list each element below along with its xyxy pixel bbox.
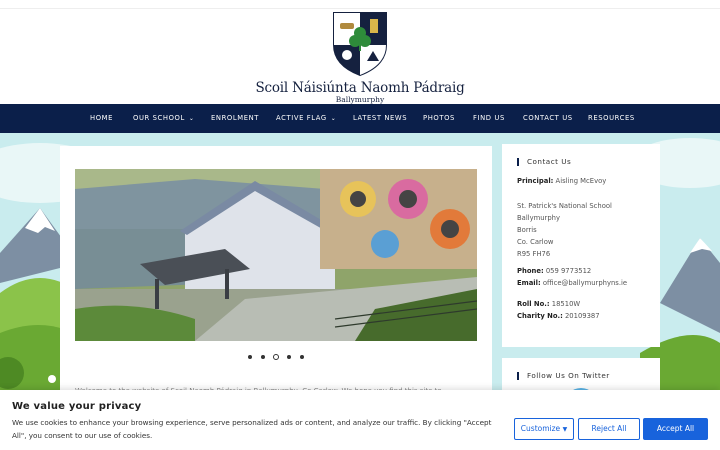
nav-resources[interactable]: RESOURCES [588, 104, 635, 133]
email-label: Email: [517, 279, 541, 287]
charity-value: 20109387 [564, 312, 600, 320]
address-line-5: R95 FH76 [517, 250, 551, 258]
accept-all-button[interactable]: Accept All [643, 418, 708, 440]
principal-line: Principal: Aisling McEvoy [517, 175, 606, 187]
cookie-consent-banner: We value your privacy We use cookies to … [0, 390, 720, 450]
nav-our-school-label: OUR SCHOOL [133, 114, 185, 122]
customize-button[interactable]: Customize ▼ [514, 418, 574, 440]
nav-home-label: HOME [90, 114, 114, 122]
slider-dot-5[interactable] [300, 355, 304, 359]
twitter-widget-title: Follow Us On Twitter [517, 372, 610, 380]
principal-value: Aisling McEvoy [555, 177, 607, 185]
slider-dot-3[interactable] [273, 354, 279, 360]
address-line-2: Ballymurphy [517, 214, 560, 222]
school-crest-logo[interactable] [330, 9, 390, 77]
charity-label: Charity No.: [517, 312, 563, 320]
address-line-4: Co. Carlow [517, 238, 554, 246]
photo-slider[interactable] [75, 169, 477, 341]
contact-widget-title: Contact Us [517, 158, 571, 166]
nav-active-flag-label: ACTIVE FLAG [276, 114, 327, 122]
nav-contact-us[interactable]: CONTACT US [523, 104, 573, 133]
roll-value: 18510W [551, 300, 581, 308]
nav-home[interactable]: HOME [90, 104, 113, 133]
contact-widget: Contact Us Principal: Aisling McEvoy St.… [502, 144, 660, 347]
nav-latest-news[interactable]: LATEST NEWS [353, 104, 407, 133]
slider-dot-4[interactable] [287, 355, 291, 359]
phone-line: Phone: 059 9773512 [517, 265, 591, 277]
cookie-title: We value your privacy [12, 401, 142, 412]
email-link[interactable]: office@ballymurphyns.ie [543, 279, 627, 287]
nav-resources-label: RESOURCES [588, 114, 635, 122]
charity-number-line: Charity No.: 20109387 [517, 310, 600, 322]
reject-all-button[interactable]: Reject All [578, 418, 640, 440]
nav-photos-label: PHOTOS [423, 114, 455, 122]
email-line: Email: office@ballymurphyns.ie [517, 277, 627, 289]
nav-our-school[interactable]: OUR SCHOOL ⌄ [133, 104, 195, 133]
address-line-1: St. Patrick's National School [517, 202, 612, 210]
nav-photos[interactable]: PHOTOS [423, 104, 455, 133]
principal-label: Principal: [517, 177, 554, 185]
address-line-3: Borris [517, 226, 537, 234]
roll-label: Roll No.: [517, 300, 550, 308]
caret-down-icon: ▼ [562, 426, 568, 433]
nav-find-us[interactable]: FIND US [473, 104, 505, 133]
slider-dot-2[interactable] [261, 355, 265, 359]
nav-active-flag[interactable]: ACTIVE FLAG ⌄ [276, 104, 336, 133]
top-strip [0, 0, 720, 9]
nav-enrolment[interactable]: ENROLMENT [211, 104, 259, 133]
site-header: Scoil Náisiúnta Naomh Pádraig Ballymurph… [0, 9, 720, 104]
customize-label: Customize [520, 424, 561, 433]
chevron-down-icon: ⌄ [330, 115, 337, 122]
nav-latest-news-label: LATEST NEWS [353, 114, 408, 122]
main-navigation: HOME OUR SCHOOL ⌄ ENROLMENT ACTIVE FLAG ⌄ … [0, 104, 720, 133]
school-subtitle: Ballymurphy [335, 95, 385, 104]
school-name: Scoil Náisiúnta Naomh Pádraig [255, 80, 465, 96]
nav-contact-us-label: CONTACT US [523, 114, 573, 122]
phone-label: Phone: [517, 267, 544, 275]
roll-number-line: Roll No.: 18510W [517, 298, 580, 310]
phone-value[interactable]: 059 9773512 [546, 267, 591, 275]
nav-find-us-label: FIND US [473, 114, 505, 122]
slider-dot-1[interactable] [248, 355, 252, 359]
chevron-down-icon: ⌄ [188, 115, 195, 122]
nav-enrolment-label: ENROLMENT [211, 114, 260, 122]
cookie-description: We use cookies to enhance your browsing … [12, 418, 492, 440]
